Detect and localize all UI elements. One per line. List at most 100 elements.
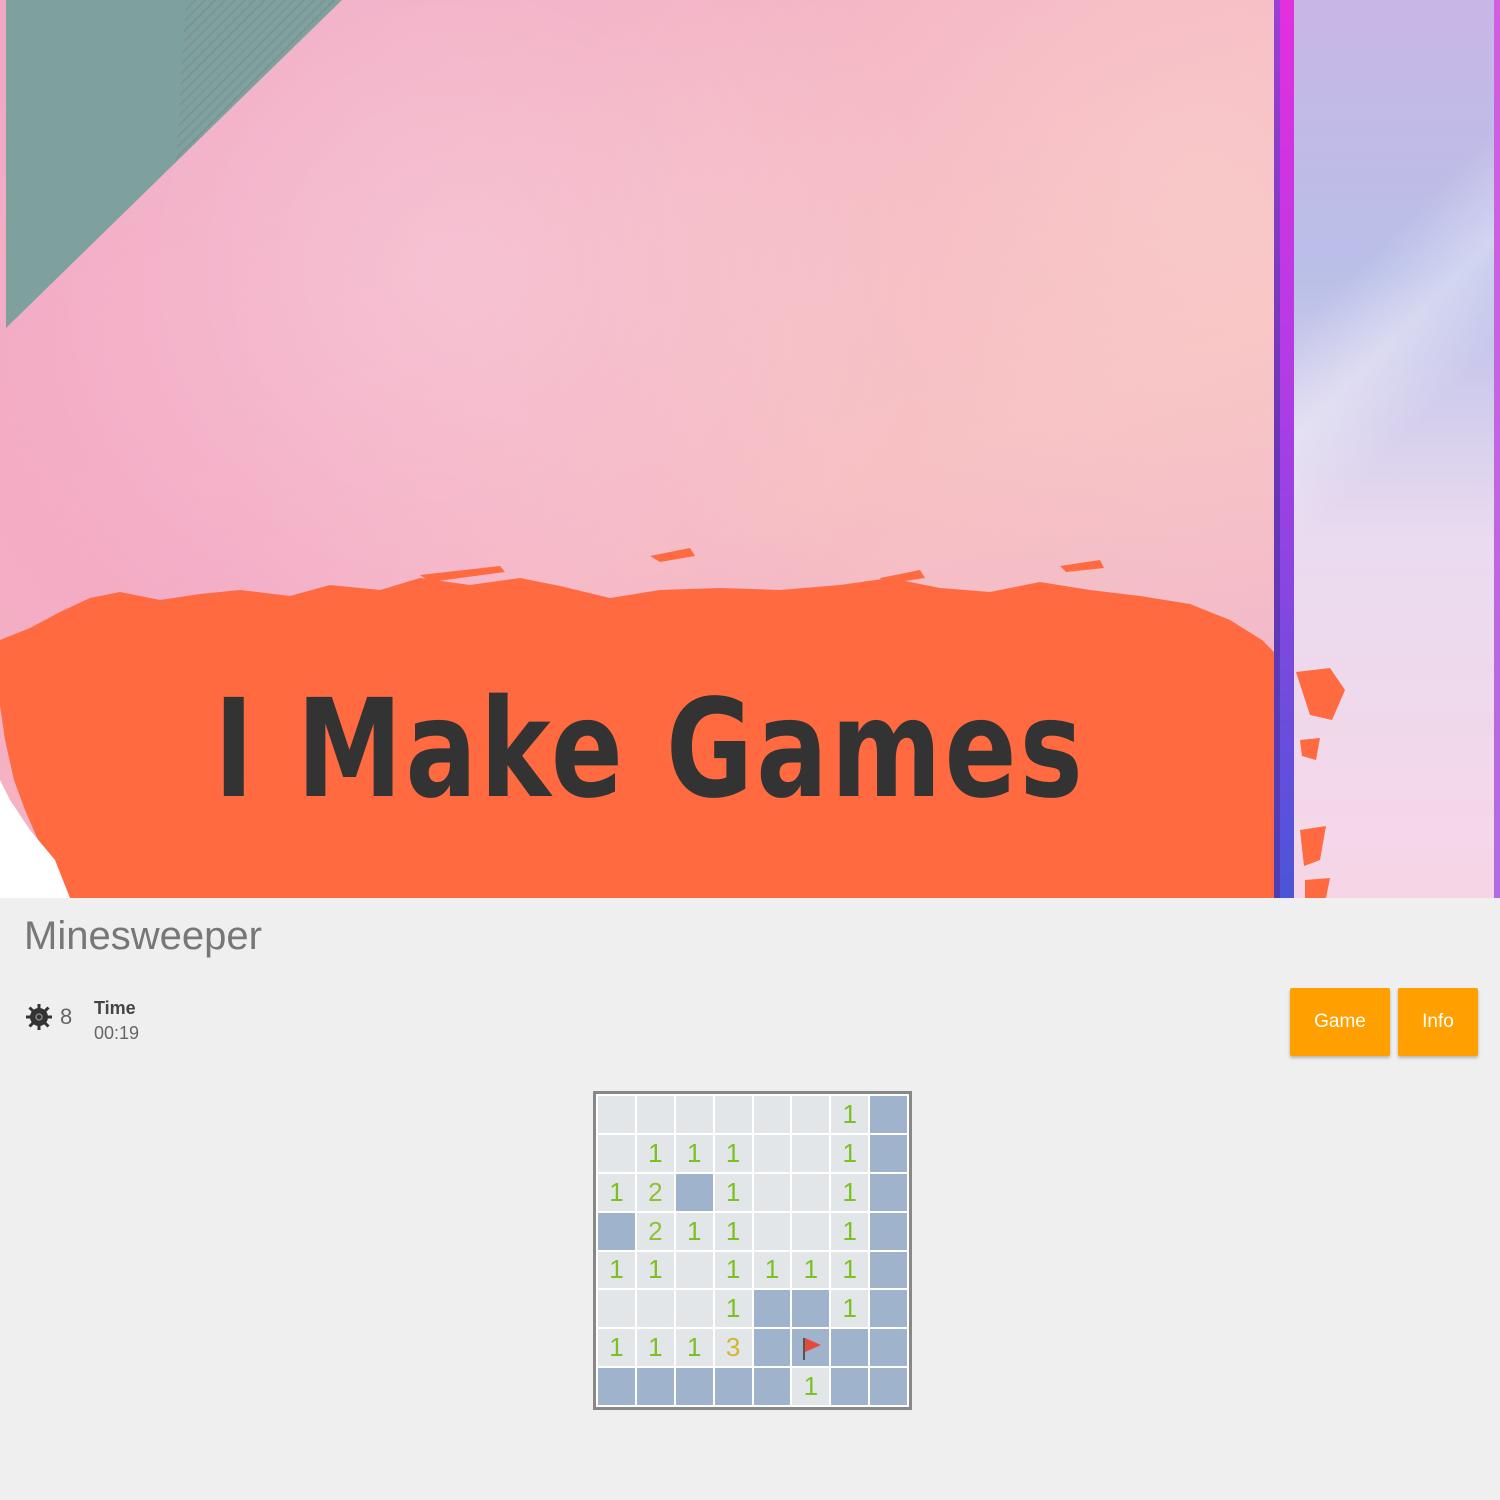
- board-cell-number[interactable]: 1: [831, 1134, 869, 1172]
- board-cell-number[interactable]: 1: [714, 1134, 752, 1172]
- cell-count: 1: [842, 1215, 857, 1246]
- board-cell-open[interactable]: [598, 1134, 635, 1172]
- board-cell-closed[interactable]: [753, 1329, 791, 1367]
- board-cell-number[interactable]: 1: [675, 1134, 713, 1172]
- cell-count: 1: [725, 1176, 741, 1207]
- cell-count: 1: [686, 1137, 702, 1168]
- board-cell-open[interactable]: [753, 1134, 791, 1172]
- board-cell-number[interactable]: 1: [831, 1251, 869, 1289]
- flag-icon: [801, 1336, 821, 1360]
- board-cell-number[interactable]: 1: [831, 1290, 869, 1328]
- cell-count: 1: [609, 1176, 624, 1207]
- board-cell-number[interactable]: 3: [714, 1329, 752, 1367]
- board-cell-open[interactable]: [753, 1173, 791, 1211]
- board-cell-open[interactable]: [792, 1134, 830, 1172]
- cell-count: 1: [725, 1137, 741, 1168]
- board-cell-number[interactable]: 1: [714, 1290, 752, 1328]
- time-value: 00:19: [94, 1023, 140, 1043]
- board-cell-number[interactable]: 1: [792, 1251, 830, 1289]
- cell-count: 1: [725, 1215, 741, 1246]
- timer: Time 00:19: [94, 998, 139, 1044]
- board-cell-flagged[interactable]: [792, 1329, 830, 1367]
- cell-count: 2: [648, 1176, 663, 1207]
- board-cell-open[interactable]: [636, 1290, 674, 1328]
- page-title: Minesweeper: [24, 914, 262, 958]
- board-cell-closed[interactable]: [870, 1368, 907, 1405]
- board-cell-number[interactable]: 1: [636, 1134, 674, 1172]
- board-cell-closed[interactable]: [870, 1134, 907, 1172]
- cell-count: 1: [842, 1137, 857, 1168]
- board-cell-closed[interactable]: [675, 1173, 713, 1211]
- board-cell-open[interactable]: [636, 1096, 674, 1133]
- board-cell-open[interactable]: [675, 1251, 713, 1289]
- cell-count: 1: [842, 1254, 857, 1285]
- board-cell-open[interactable]: [753, 1096, 791, 1133]
- board-cell-closed[interactable]: [870, 1212, 907, 1250]
- board-cell-number[interactable]: 1: [675, 1212, 713, 1250]
- game-button[interactable]: Game: [1290, 988, 1390, 1056]
- cell-count: 1: [648, 1254, 663, 1285]
- cell-count: 1: [803, 1371, 819, 1402]
- cell-count: 1: [648, 1332, 663, 1363]
- board-cell-number[interactable]: 1: [636, 1251, 674, 1289]
- board-cell-closed[interactable]: [792, 1290, 830, 1328]
- board-cell-closed[interactable]: [870, 1173, 907, 1211]
- board-cell-open[interactable]: [714, 1096, 752, 1133]
- board-cell-number[interactable]: 1: [831, 1173, 869, 1211]
- board-cell-closed[interactable]: [831, 1329, 869, 1367]
- board-cell-number[interactable]: 1: [714, 1173, 752, 1211]
- board-cell-closed[interactable]: [870, 1251, 907, 1289]
- board-cell-number[interactable]: 2: [636, 1173, 674, 1211]
- board-cell-number[interactable]: 1: [598, 1329, 635, 1367]
- cell-count: 1: [803, 1254, 819, 1285]
- board-cell-open[interactable]: [675, 1096, 713, 1133]
- cell-count: 1: [686, 1215, 702, 1246]
- info-button[interactable]: Info: [1398, 988, 1478, 1056]
- cell-count: 3: [725, 1332, 741, 1363]
- board-cell-number[interactable]: 1: [831, 1096, 869, 1133]
- board-cell-closed[interactable]: [598, 1368, 635, 1405]
- board-cell-number[interactable]: 2: [636, 1212, 674, 1250]
- board-cell-number[interactable]: 1: [675, 1329, 713, 1367]
- board-cell-closed[interactable]: [636, 1368, 674, 1405]
- board-cell-closed[interactable]: [598, 1212, 635, 1250]
- banner-title: I Make Games: [214, 671, 1086, 829]
- board-cell-number[interactable]: 1: [598, 1251, 635, 1289]
- cell-count: 1: [609, 1332, 624, 1363]
- board-cell-open[interactable]: [675, 1290, 713, 1328]
- board-cell-number[interactable]: 1: [792, 1368, 830, 1405]
- board-cell-number[interactable]: 1: [831, 1212, 869, 1250]
- board-cell-number[interactable]: 1: [636, 1329, 674, 1367]
- board-cell-closed[interactable]: [675, 1368, 713, 1405]
- cell-count: 1: [842, 1176, 857, 1207]
- board-cell-closed[interactable]: [831, 1368, 869, 1405]
- board-cell-number[interactable]: 1: [753, 1251, 791, 1289]
- board-cell-number[interactable]: 1: [714, 1212, 752, 1250]
- board-cell-open[interactable]: [792, 1212, 830, 1250]
- board-cell-open[interactable]: [598, 1290, 635, 1328]
- board-cell-open[interactable]: [753, 1212, 791, 1250]
- board-cell-closed[interactable]: [753, 1290, 791, 1328]
- mines-remaining: 8: [60, 1004, 73, 1029]
- cell-count: 2: [648, 1215, 663, 1246]
- cell-count: 1: [842, 1293, 857, 1324]
- board-cell-number[interactable]: 1: [598, 1173, 635, 1211]
- cell-count: 1: [842, 1098, 857, 1129]
- mine-counter: 8: [24, 1002, 72, 1032]
- board-cell-closed[interactable]: [753, 1368, 791, 1405]
- cell-count: 1: [686, 1332, 702, 1363]
- board-cell-number[interactable]: 1: [714, 1251, 752, 1289]
- board-cell-closed[interactable]: [870, 1096, 907, 1133]
- time-label: Time: [94, 998, 136, 1018]
- board-cell-open[interactable]: [598, 1096, 635, 1133]
- cell-count: 1: [648, 1137, 663, 1168]
- mine-icon: [26, 1004, 52, 1030]
- board-cell-closed[interactable]: [870, 1290, 907, 1328]
- board-cell-closed[interactable]: [714, 1368, 752, 1405]
- minesweeper-board: 11111121121111111111111131: [593, 1091, 912, 1410]
- cell-count: 1: [725, 1254, 741, 1285]
- board-cell-closed[interactable]: [870, 1329, 907, 1367]
- header-banner: I Make Games: [0, 0, 1500, 898]
- board-cell-open[interactable]: [792, 1173, 830, 1211]
- board-cell-open[interactable]: [792, 1096, 830, 1133]
